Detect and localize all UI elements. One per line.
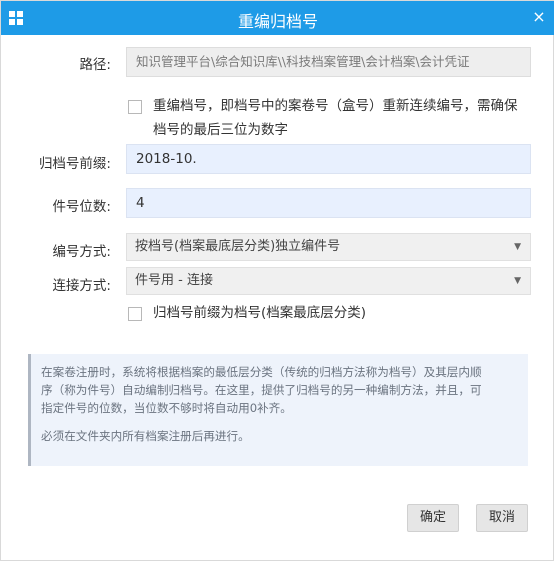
numbering-mode-value: 按档号(档案最底层分类)独立编件号 (135, 239, 341, 254)
numbering-mode-label: 编号方式: (52, 244, 111, 260)
digits-label: 件号位数: (52, 199, 111, 215)
path-field: 知识管理平台\综合知识库\\科技档案管理\会计档案\会计凭证 (126, 47, 531, 77)
join-mode-select[interactable]: 件号用 - 连接 ▼ (126, 267, 531, 295)
numbering-mode-select[interactable]: 按档号(档案最底层分类)独立编件号 ▼ (126, 233, 531, 261)
info-text-line1: 在案卷注册时，系统将根据档案的最低层分类（传统的归档方法称为档号）及其层内顺 (41, 365, 482, 379)
dialog-title: 重编归档号 (237, 12, 318, 31)
renumber-checkbox[interactable] (128, 100, 142, 114)
prefix-as-archive-label: 归档号前缀为档号(档案最底层分类) (153, 305, 367, 321)
caret-down-icon: ▼ (514, 276, 521, 286)
join-mode-label: 连接方式: (52, 278, 111, 294)
prefix-as-archive-checkbox[interactable] (128, 307, 142, 321)
prefix-label: 归档号前缀: (38, 156, 111, 172)
info-text-line2: 序（称为件号）自动编制归档号。在这里，提供了归档号的另一种编制方法，并且，可 (41, 383, 482, 397)
ok-button[interactable]: 确定 (407, 504, 460, 532)
renumber-label-line1: 重编档号，即档号中的案卷号（盒号）重新连续编号，需确保 (153, 98, 518, 114)
renumber-archive-dialog: 重编归档号 × 路径: 知识管理平台\综合知识库\\科技档案管理\会计档案\会计… (0, 0, 554, 561)
title-bar: 重编归档号 × (1, 1, 554, 35)
join-mode-value: 件号用 - 连接 (135, 273, 213, 288)
prefix-input[interactable]: 2018-10. (126, 144, 531, 174)
info-text-line3: 指定件号的位数，当位数不够时将自动用0补齐。 (41, 401, 292, 415)
renumber-label-line2: 档号的最后三位为数字 (153, 122, 288, 138)
digits-input[interactable]: 4 (126, 188, 531, 218)
close-icon[interactable]: × (529, 7, 549, 27)
path-label: 路径: (79, 57, 111, 73)
info-panel: 在案卷注册时，系统将根据档案的最低层分类（传统的归档方法称为档号）及其层内顺 序… (28, 354, 528, 466)
caret-down-icon: ▼ (514, 242, 521, 252)
info-text-line4: 必须在文件夹内所有档案注册后再进行。 (41, 429, 250, 443)
cancel-button[interactable]: 取消 (476, 504, 529, 532)
